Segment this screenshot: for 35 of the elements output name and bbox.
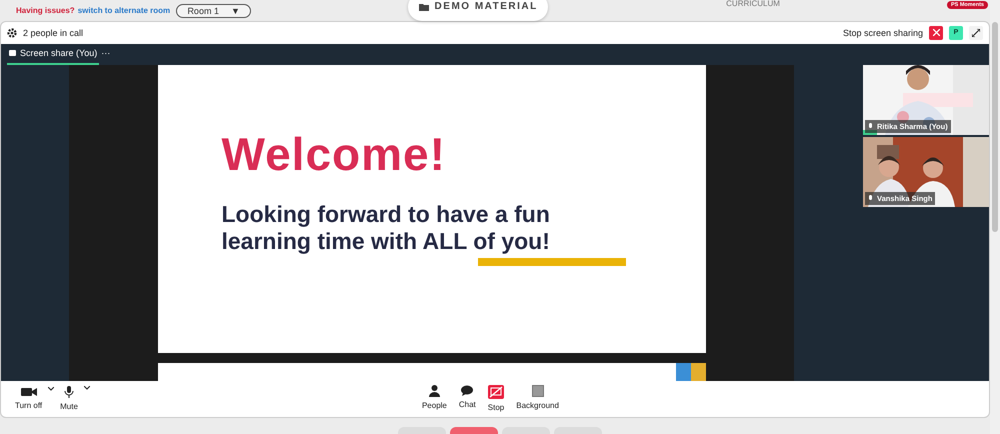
caret-icon[interactable] bbox=[48, 387, 54, 392]
people-button[interactable]: People bbox=[416, 385, 453, 412]
room-select[interactable]: Room 1 ▼ bbox=[176, 4, 252, 18]
microphone-icon bbox=[868, 194, 873, 202]
alternate-room-link[interactable]: switch to alternate room bbox=[78, 6, 170, 15]
background-icon bbox=[532, 385, 544, 398]
camera-button[interactable]: Turn off bbox=[9, 387, 48, 410]
caret-icon[interactable] bbox=[84, 386, 90, 390]
scrollbar[interactable] bbox=[992, 22, 998, 232]
background-button[interactable]: Background bbox=[510, 385, 565, 412]
stop-button[interactable]: Stop bbox=[482, 385, 510, 412]
more-button[interactable]: ··· bbox=[99, 44, 112, 65]
mute-button[interactable]: Mute bbox=[54, 386, 84, 412]
chat-button[interactable]: Chat bbox=[452, 385, 482, 412]
stop-sharing-label[interactable]: Stop screen sharing bbox=[842, 28, 923, 38]
slide-text: Looking forward to have a fun learning time with ALL of you! bbox=[222, 200, 551, 255]
settings-icon[interactable] bbox=[7, 28, 17, 38]
curriculum-label[interactable]: CURRICULUM bbox=[726, 0, 780, 8]
toolbar-button[interactable] bbox=[450, 427, 498, 434]
chat-icon bbox=[461, 385, 474, 396]
close-button[interactable] bbox=[929, 26, 943, 40]
screen-off-icon bbox=[488, 385, 504, 400]
person-icon bbox=[428, 385, 440, 398]
people-count: 2 people in call bbox=[23, 28, 84, 38]
fullscreen-button[interactable] bbox=[969, 26, 983, 40]
expand-icon bbox=[972, 28, 980, 37]
issue-text: Having issues? bbox=[16, 6, 75, 15]
microphone-icon bbox=[64, 386, 74, 398]
microphone-icon bbox=[868, 122, 873, 130]
folder-icon bbox=[418, 2, 429, 10]
screen-icon bbox=[9, 50, 16, 57]
slide-title: Welcome! bbox=[222, 126, 447, 181]
demo-material-button[interactable]: DEMO MATERIAL bbox=[408, 0, 548, 20]
close-icon bbox=[932, 29, 940, 36]
camera-icon bbox=[20, 387, 37, 398]
